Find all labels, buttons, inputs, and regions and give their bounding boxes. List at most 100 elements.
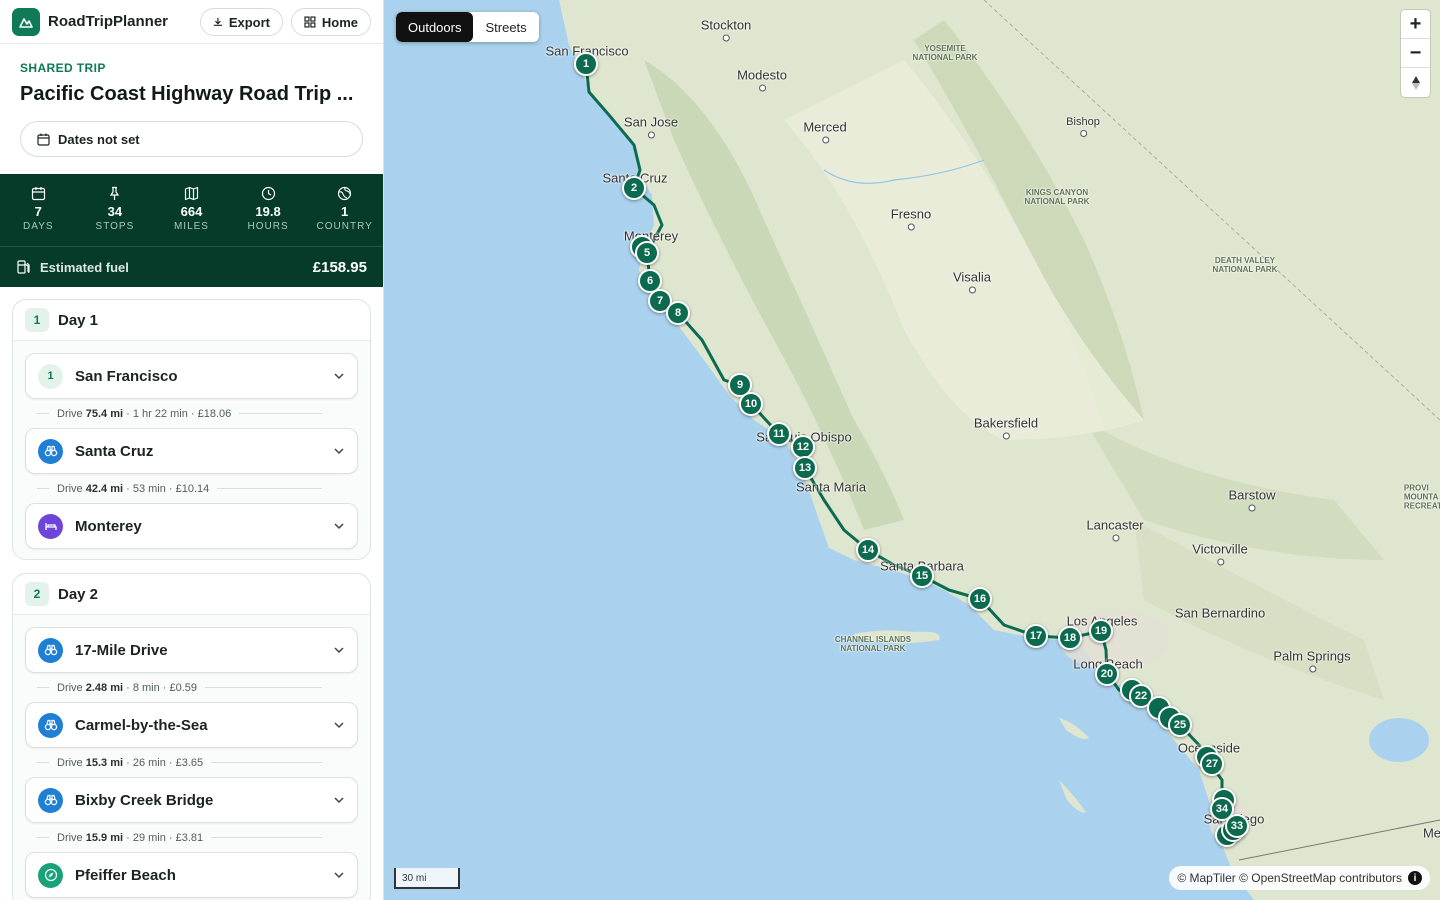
fuel-label: Estimated fuel: [40, 259, 129, 275]
day-number: 2: [25, 582, 49, 606]
route-marker[interactable]: 15: [910, 564, 934, 588]
zoom-controls: + −: [1401, 10, 1430, 97]
route-marker[interactable]: 5: [635, 241, 659, 265]
chevron-down-icon[interactable]: [333, 520, 345, 532]
route-marker[interactable]: 16: [968, 587, 992, 611]
stop-17-mile-drive[interactable]: 17-Mile Drive: [25, 627, 358, 673]
route-marker[interactable]: 1: [574, 52, 598, 76]
map-style-toggle: Outdoors Streets: [396, 12, 539, 42]
route-marker[interactable]: 19: [1089, 619, 1113, 643]
route-marker[interactable]: 10: [739, 392, 763, 416]
day-header-1[interactable]: 1 Day 1: [13, 300, 370, 341]
map-label-bakersfield: Bakersfield: [973, 415, 1039, 440]
map-label-san-jose: San Jose: [623, 114, 679, 139]
map-label-mexico: Me: [1422, 825, 1440, 841]
route-marker[interactable]: 18: [1058, 626, 1082, 650]
compass-reset-button[interactable]: [1401, 68, 1430, 97]
drive-segment: Drive 15.3 mi · 26 min · £3.65: [25, 748, 358, 777]
route-marker[interactable]: 33: [1225, 814, 1249, 838]
bed-icon: [38, 513, 63, 539]
stat-miles: 664 MILES: [153, 174, 230, 246]
style-outdoors-button[interactable]: Outdoors: [396, 12, 474, 42]
stop-pfeiffer-beach[interactable]: Pfeiffer Beach: [25, 852, 358, 898]
trip-title: Pacific Coast Highway Road Trip ...: [20, 83, 354, 105]
day-title: Day 2: [58, 585, 99, 603]
export-label: Export: [228, 14, 270, 30]
route-marker[interactable]: 20: [1095, 662, 1119, 686]
zoom-in-button[interactable]: +: [1401, 10, 1430, 39]
drive-distance: 2.48 mi: [85, 681, 124, 694]
stop-number-badge: 1: [38, 363, 63, 389]
chevron-down-icon[interactable]: [333, 370, 345, 382]
sidebar: RoadTripPlanner Export Home SHARED TRIP …: [0, 0, 384, 900]
map-label-visalia: Visalia: [952, 269, 992, 294]
stat-miles-value: 664: [180, 204, 203, 219]
stop-name: Bixby Creek Bridge: [75, 791, 214, 809]
route-marker[interactable]: 14: [856, 538, 880, 562]
zoom-out-button[interactable]: −: [1401, 39, 1430, 68]
stop-san-francisco[interactable]: 1 San Francisco: [25, 353, 358, 399]
drive-segment: Drive 42.4 mi · 53 min · £10.14: [25, 474, 358, 503]
drive-prefix: Drive: [57, 831, 83, 844]
drive-details: · 53 min · £10.14: [126, 482, 210, 495]
stop-bixby-creek-bridge[interactable]: Bixby Creek Bridge: [25, 777, 358, 823]
stat-country-value: 1: [341, 204, 349, 219]
export-button[interactable]: Export: [200, 8, 283, 36]
compass-icon: [38, 862, 63, 888]
day-header-2[interactable]: 2 Day 2: [13, 574, 370, 615]
style-streets-button[interactable]: Streets: [473, 12, 538, 42]
day-list: 1 Day 1 1 San Francisco Drive 75.4 mi · …: [12, 299, 371, 900]
dates-label: Dates not set: [58, 131, 140, 147]
route-marker[interactable]: 13: [793, 456, 817, 480]
drive-details: · 1 hr 22 min · £18.06: [126, 407, 232, 420]
trip-header: SHARED TRIP Pacific Coast Highway Road T…: [0, 44, 383, 106]
stat-days-value: 7: [34, 204, 42, 219]
route-marker[interactable]: 11: [767, 422, 791, 446]
drive-prefix: Drive: [57, 681, 83, 694]
clock-icon: [261, 186, 275, 201]
day-title: Day 1: [58, 311, 99, 329]
map-label-death-valley: DEATH VALLEY NATIONAL PARK: [1212, 256, 1278, 274]
chevron-down-icon[interactable]: [333, 445, 345, 457]
download-icon: [213, 17, 223, 26]
info-icon[interactable]: i: [1408, 871, 1422, 885]
map[interactable]: San Francisco Stockton Modesto Merced Sa…: [384, 0, 1440, 900]
route-marker[interactable]: 2: [622, 176, 646, 200]
attribution-text[interactable]: © MapTiler © OpenStreetMap contributors: [1177, 871, 1402, 885]
route-marker[interactable]: 8: [666, 301, 690, 325]
drive-distance: 75.4 mi: [85, 407, 124, 420]
drive-segment: Drive 15.9 mi · 29 min · £3.81: [25, 823, 358, 852]
stop-monterey[interactable]: Monterey: [25, 503, 358, 549]
chevron-down-icon[interactable]: [333, 719, 345, 731]
chevron-down-icon[interactable]: [333, 644, 345, 656]
stat-hours-label: HOURS: [247, 221, 289, 232]
map-label-barstow: Barstow: [1228, 487, 1276, 512]
route-marker[interactable]: 25: [1168, 713, 1192, 737]
binoculars-icon: [38, 787, 63, 813]
stop-santa-cruz[interactable]: Santa Cruz: [25, 428, 358, 474]
drive-prefix: Drive: [57, 407, 83, 420]
map-label-palm-springs: Palm Springs: [1273, 648, 1351, 673]
route-marker[interactable]: 17: [1024, 624, 1048, 648]
map-label-san-bernardino: San Bernardino: [1174, 605, 1266, 621]
chevron-down-icon[interactable]: [333, 794, 345, 806]
day-card-2: 2 Day 2 17-Mile Drive Drive 2.48 mi · 8 …: [12, 573, 371, 900]
stat-stops-label: STOPS: [95, 221, 135, 232]
binoculars-icon: [38, 637, 63, 663]
map-label-fresno: Fresno: [890, 206, 932, 231]
mountain-logo-icon[interactable]: [12, 7, 40, 36]
stop-name: San Francisco: [75, 367, 178, 385]
binoculars-icon: [38, 712, 63, 738]
stat-hours-value: 19.8: [255, 204, 281, 219]
app-name[interactable]: RoadTripPlanner: [48, 13, 168, 30]
chevron-down-icon[interactable]: [333, 869, 345, 881]
stat-hours: 19.8 HOURS: [230, 174, 307, 246]
pin-icon: [110, 186, 120, 200]
stat-country: 1 COUNTRY: [306, 174, 383, 246]
home-button[interactable]: Home: [291, 8, 371, 36]
drive-details: · 26 min · £3.65: [126, 756, 204, 769]
stop-carmel-by-the-sea[interactable]: Carmel-by-the-Sea: [25, 702, 358, 748]
route-marker[interactable]: 27: [1200, 752, 1224, 776]
day-card-1: 1 Day 1 1 San Francisco Drive 75.4 mi · …: [12, 299, 371, 560]
dates-button[interactable]: Dates not set: [20, 121, 363, 157]
